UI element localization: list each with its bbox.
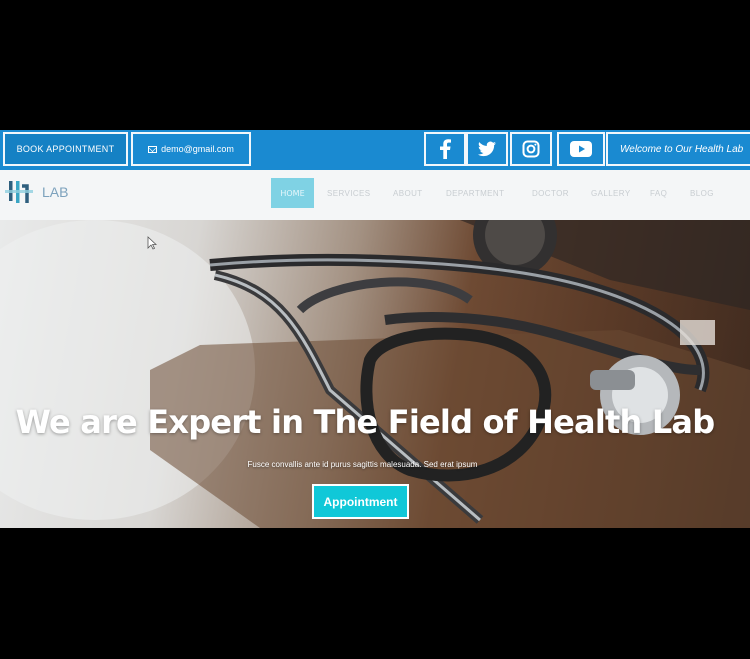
browser-screen: BOOK APPOINTMENT demo@gmail.com Welcome …: [0, 130, 750, 528]
appointment-button[interactable]: Appointment: [312, 484, 409, 519]
site-logo[interactable]: LAB: [4, 174, 68, 210]
facebook-icon: [440, 139, 451, 159]
youtube-button[interactable]: [557, 132, 605, 166]
facebook-button[interactable]: [424, 132, 466, 166]
twitter-button[interactable]: [466, 132, 508, 166]
mail-icon: [148, 145, 158, 153]
twitter-icon: [478, 141, 496, 157]
nav-services[interactable]: SERVICES: [327, 189, 371, 198]
hero-banner: We are Expert in The Field of Health Lab…: [0, 220, 750, 528]
hero-title: We are Expert in The Field of Health Lab: [15, 403, 715, 441]
welcome-marquee: Welcome to Our Health Lab: [606, 132, 750, 166]
youtube-icon: [570, 141, 592, 157]
stethoscope-image: [0, 220, 750, 528]
nav-home[interactable]: HOME: [271, 178, 314, 208]
instagram-button[interactable]: [510, 132, 552, 166]
nav-gallery[interactable]: GALLERY: [591, 189, 631, 198]
mouse-cursor-icon: [147, 236, 157, 250]
nav-blog[interactable]: BLOG: [690, 189, 714, 198]
nav-doctor[interactable]: DOCTOR: [532, 189, 569, 198]
email-link[interactable]: demo@gmail.com: [131, 132, 251, 166]
nav-about[interactable]: ABOUT: [393, 189, 423, 198]
nav-department[interactable]: DEPARTMENT: [446, 189, 504, 198]
book-appointment-button[interactable]: BOOK APPOINTMENT: [3, 132, 128, 166]
hero-subtitle: Fusce convallis ante id purus sagittis m…: [247, 460, 478, 469]
nav-faq[interactable]: FAQ: [650, 189, 667, 198]
logo-mark-icon: [5, 181, 33, 203]
top-bar: BOOK APPOINTMENT demo@gmail.com Welcome …: [0, 130, 750, 170]
instagram-icon: [522, 140, 540, 158]
email-text: demo@gmail.com: [161, 144, 234, 154]
logo-suffix: LAB: [42, 184, 69, 200]
main-navbar: LAB HOME SERVICES ABOUT DEPARTMENT DOCTO…: [0, 170, 750, 220]
